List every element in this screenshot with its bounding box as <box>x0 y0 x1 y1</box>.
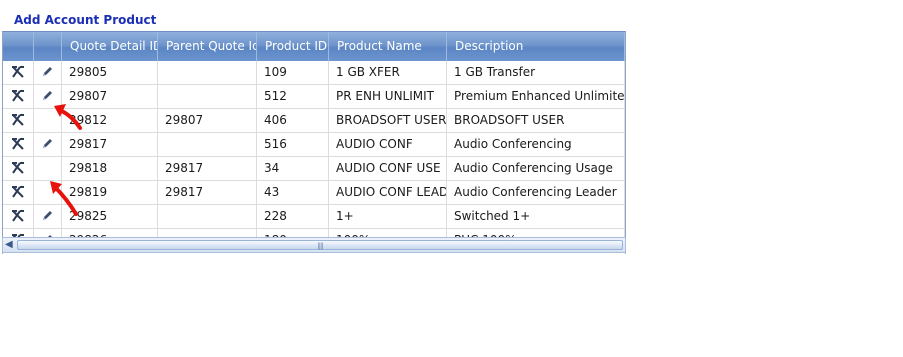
grid-header: Quote Detail ID Parent Quote Id Product … <box>3 32 625 62</box>
pencil-edit-icon[interactable] <box>41 65 54 79</box>
table-row[interactable]: 29807 512 PR ENH UNLIMIT Premium Enhanced U… <box>3 85 625 109</box>
cell-quote-detail-id: 29805 <box>62 61 158 84</box>
cell-quote-detail-id: 29819 <box>62 181 158 204</box>
delete-x-icon[interactable] <box>11 113 25 127</box>
table-row[interactable]: 29812 29807 406 BROADSOFT USER BROADSOFT USE… <box>3 109 625 133</box>
cell-description: 1 GB Transfer <box>447 61 625 84</box>
delete-cell <box>3 133 34 156</box>
cell-parent-quote-id <box>158 61 257 84</box>
cell-product-name: 1+ <box>329 205 447 228</box>
scrollbar-thumb[interactable]: |||| <box>17 240 623 250</box>
delete-x-icon[interactable] <box>11 137 25 151</box>
cell-product-id: 34 <box>257 157 329 180</box>
cell-description: Audio Conferencing Leader <box>447 181 625 204</box>
header-description[interactable]: Description <box>447 32 625 61</box>
cell-product-name: AUDIO CONF <box>329 133 447 156</box>
cell-product-id: 516 <box>257 133 329 156</box>
cell-product-name: AUDIO CONF USE <box>329 157 447 180</box>
delete-cell <box>3 109 34 132</box>
cell-parent-quote-id <box>158 133 257 156</box>
header-product-name[interactable]: Product Name <box>329 32 447 61</box>
delete-x-icon[interactable] <box>11 89 25 103</box>
delete-x-icon[interactable] <box>11 209 25 223</box>
table-row[interactable]: 29805 109 1 GB XFER 1 GB Transfer <box>3 61 625 85</box>
pencil-edit-icon[interactable] <box>41 89 54 103</box>
cell-product-id: 43 <box>257 181 329 204</box>
header-parent-quote-id[interactable]: Parent Quote Id <box>158 32 257 61</box>
delete-cell <box>3 157 34 180</box>
cell-quote-detail-id: 29807 <box>62 85 158 108</box>
cell-product-id: 109 <box>257 61 329 84</box>
delete-cell <box>3 181 34 204</box>
cell-description: Audio Conferencing <box>447 133 625 156</box>
header-delete-col <box>3 32 34 61</box>
edit-cell <box>34 181 62 204</box>
cell-quote-detail-id: 29817 <box>62 133 158 156</box>
horizontal-scrollbar[interactable]: ◀ |||| <box>2 237 626 253</box>
scroll-left-arrow-icon[interactable]: ◀ <box>5 239 15 251</box>
cell-parent-quote-id <box>158 205 257 228</box>
cell-parent-quote-id: 29817 <box>158 157 257 180</box>
edit-cell <box>34 205 62 228</box>
delete-cell <box>3 85 34 108</box>
cell-parent-quote-id: 29817 <box>158 181 257 204</box>
cell-product-name: BROADSOFT USER <box>329 109 447 132</box>
cell-product-id: 228 <box>257 205 329 228</box>
edit-cell <box>34 85 62 108</box>
delete-x-icon[interactable] <box>11 65 25 79</box>
header-product-id[interactable]: Product ID <box>257 32 329 61</box>
delete-cell <box>3 61 34 84</box>
cell-quote-detail-id: 29825 <box>62 205 158 228</box>
cell-product-id: 406 <box>257 109 329 132</box>
edit-cell <box>34 109 62 132</box>
header-quote-detail-id[interactable]: Quote Detail ID <box>62 32 158 61</box>
table-row[interactable]: 29818 29817 34 AUDIO CONF USE Audio Conferen… <box>3 157 625 181</box>
edit-cell <box>34 133 62 156</box>
edit-cell <box>34 61 62 84</box>
cell-description: BROADSOFT USER <box>447 109 625 132</box>
cell-description: Switched 1+ <box>447 205 625 228</box>
delete-cell <box>3 205 34 228</box>
pencil-edit-icon[interactable] <box>41 137 54 151</box>
cell-description: Premium Enhanced Unlimited <box>447 85 625 108</box>
add-account-product-link[interactable]: Add Account Product <box>14 13 156 27</box>
cell-parent-quote-id: 29807 <box>158 109 257 132</box>
delete-x-icon[interactable] <box>11 161 25 175</box>
table-row[interactable]: 29819 29817 43 AUDIO CONF LEAD Audio Confere… <box>3 181 625 205</box>
table-row[interactable]: 29817 516 AUDIO CONF Audio Conferencing <box>3 133 625 157</box>
cell-product-name: PR ENH UNLIMIT <box>329 85 447 108</box>
account-products-grid: Quote Detail ID Parent Quote Id Product … <box>2 31 626 254</box>
cell-product-name: 1 GB XFER <box>329 61 447 84</box>
cell-product-name: AUDIO CONF LEAD <box>329 181 447 204</box>
cell-parent-quote-id <box>158 85 257 108</box>
header-edit-col <box>34 32 62 61</box>
delete-x-icon[interactable] <box>11 185 25 199</box>
pencil-edit-icon[interactable] <box>41 209 54 223</box>
cell-quote-detail-id: 29818 <box>62 157 158 180</box>
scrollbar-grip-icon: |||| <box>317 242 324 250</box>
cell-product-id: 512 <box>257 85 329 108</box>
table-row[interactable]: 29825 228 1+ Switched 1+ <box>3 205 625 229</box>
cell-description: Audio Conferencing Usage <box>447 157 625 180</box>
cell-quote-detail-id: 29812 <box>62 109 158 132</box>
edit-cell <box>34 157 62 180</box>
